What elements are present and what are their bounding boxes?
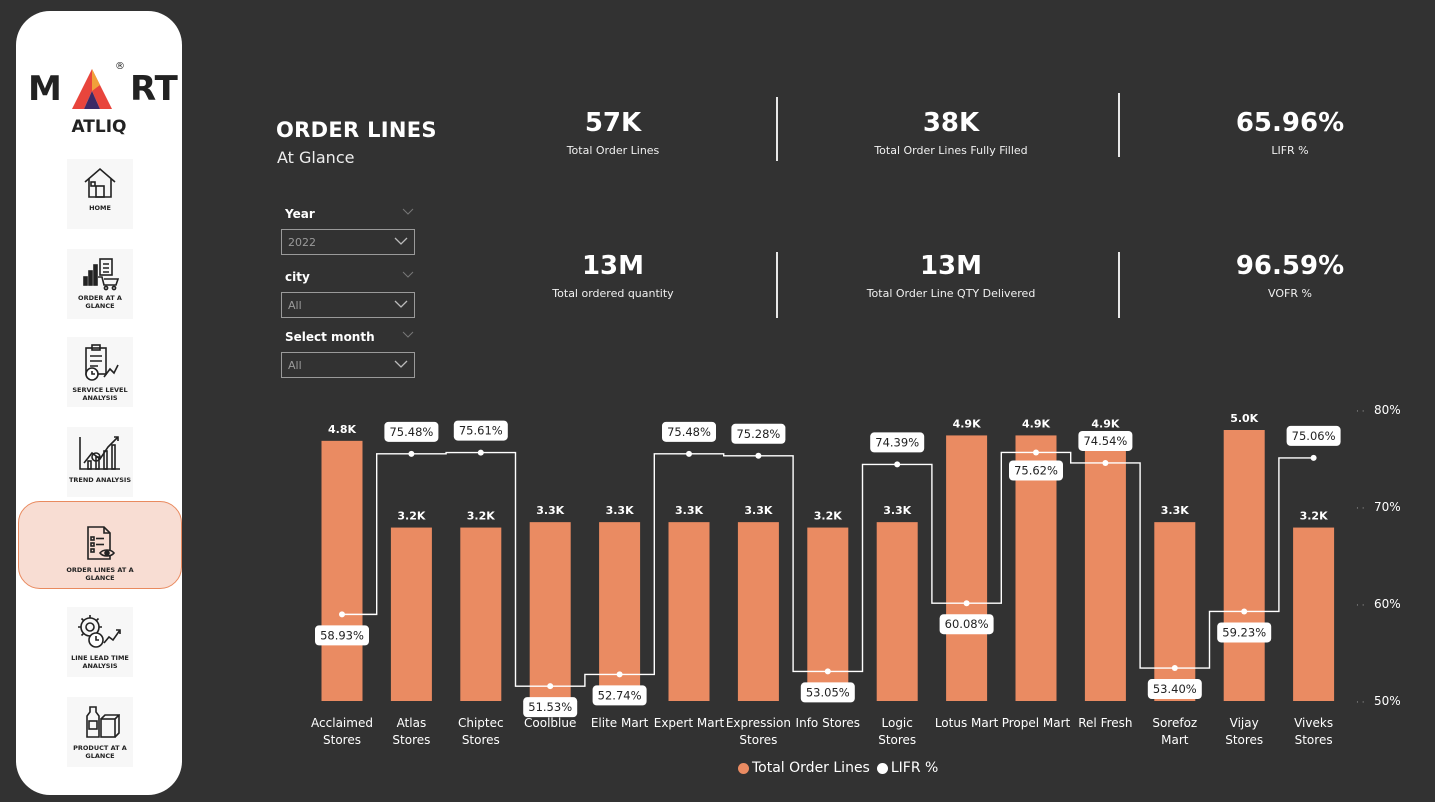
lifr-point — [1171, 665, 1178, 672]
x-tick-label: Rel Fresh — [1078, 716, 1132, 730]
bar — [529, 522, 571, 701]
bar — [668, 522, 710, 701]
bar-data-label: 3.3K — [883, 504, 911, 517]
x-tick-label: Info Stores — [796, 716, 861, 730]
lifr-point — [547, 683, 554, 690]
x-tick-label: Viveks Stores — [1294, 716, 1333, 747]
x-tick-label: Expression Stores — [726, 716, 791, 747]
lifr-point — [894, 461, 901, 468]
bar-data-label: 4.9K — [1022, 417, 1050, 430]
bar-data-label: 3.2K — [397, 510, 425, 523]
lifr-point — [477, 449, 484, 456]
chart-legend: Total Order Lines LIFR % — [738, 760, 938, 776]
lifr-data-label: 75.48% — [389, 425, 433, 439]
bar — [460, 527, 502, 701]
bar-data-label: 3.2K — [467, 510, 495, 523]
bar-data-label: 3.2K — [1300, 510, 1328, 523]
x-tick-label: Logic Stores — [878, 716, 916, 747]
lifr-point — [1310, 454, 1317, 461]
bar-data-label: 3.3K — [1161, 504, 1189, 517]
bar — [876, 522, 918, 701]
lifr-point — [963, 600, 970, 607]
bar-data-label: 3.3K — [744, 504, 772, 517]
bar — [1223, 430, 1265, 701]
lifr-data-label: 75.62% — [1014, 463, 1058, 477]
lifr-data-label: 60.08% — [945, 617, 989, 631]
bar-data-label: 4.8K — [328, 423, 356, 436]
lifr-data-label: 75.28% — [736, 427, 780, 441]
bar — [737, 522, 779, 701]
lifr-data-label: 75.48% — [667, 425, 711, 439]
bar — [1154, 522, 1196, 701]
lifr-point — [339, 611, 345, 618]
y2-tick-label: 70% — [1374, 500, 1401, 514]
y2-tick-marker: · · — [1356, 601, 1365, 611]
lifr-point — [1241, 608, 1248, 615]
bar-data-label: 3.3K — [675, 504, 703, 517]
lifr-point — [686, 450, 692, 457]
lifr-data-label: 74.54% — [1083, 434, 1127, 448]
lifr-point — [1033, 449, 1039, 456]
x-tick-label: Vijay Stores — [1225, 716, 1263, 747]
x-tick-label: Coolblue — [524, 716, 576, 730]
bar — [321, 440, 363, 701]
x-tick-label: Acclaimed Stores — [311, 716, 373, 747]
lifr-data-label: 74.39% — [875, 435, 919, 449]
bar-data-label: 5.0K — [1230, 412, 1258, 425]
bar — [1293, 527, 1335, 701]
lifr-data-label: 59.23% — [1222, 625, 1266, 639]
order-lines-lifr-chart: 4.8K Acclaimed Stores 3.2K Atlas Stores 3.2K Ch… — [311, 403, 1401, 747]
bar-data-label: 4.9K — [1091, 417, 1119, 430]
bar — [807, 527, 849, 701]
bar — [390, 527, 432, 701]
bar-data-label: 3.3K — [606, 504, 634, 517]
legend-swatch-line — [876, 762, 888, 774]
y2-tick-marker: · · — [1356, 698, 1365, 708]
x-tick-label: Atlas Stores — [392, 716, 430, 747]
y2-tick-label: 50% — [1374, 694, 1401, 708]
bar — [946, 435, 988, 701]
lifr-data-label: 52.74% — [598, 688, 642, 702]
y2-tick-marker: · · — [1356, 504, 1365, 514]
y2-tick-label: 60% — [1374, 597, 1401, 611]
lifr-point — [1102, 459, 1109, 466]
lifr-data-label: 75.06% — [1292, 429, 1336, 443]
bar-data-label: 3.2K — [814, 510, 842, 523]
x-tick-label: Elite Mart — [591, 716, 649, 730]
bar-data-label: 4.9K — [953, 417, 981, 430]
bar — [1084, 435, 1126, 701]
x-tick-label: Propel Mart — [1002, 716, 1071, 730]
lifr-data-label: 51.53% — [528, 700, 572, 714]
legend-swatch-bar — [738, 762, 749, 774]
lifr-data-label: 53.40% — [1153, 682, 1197, 696]
lifr-data-label: 53.05% — [806, 685, 850, 699]
y2-tick-label: 80% — [1374, 403, 1401, 417]
lifr-point — [616, 671, 623, 678]
bar-data-label: 3.3K — [536, 504, 564, 517]
lifr-data-label: 58.93% — [320, 628, 364, 642]
legend-label-line: LIFR % — [890, 760, 939, 776]
lifr-data-label: 75.61% — [459, 424, 503, 438]
x-tick-label: Lotus Mart — [935, 716, 999, 730]
legend-label-bar: Total Order Lines — [752, 760, 870, 776]
lifr-point — [755, 452, 762, 459]
lifr-point — [824, 668, 831, 675]
y2-tick-marker: · · — [1356, 407, 1365, 417]
x-tick-label: Expert Mart — [654, 716, 725, 730]
x-tick-label: Sorefoz Mart — [1152, 716, 1197, 747]
lifr-point — [408, 450, 415, 457]
x-tick-label: Chiptec Stores — [458, 716, 504, 747]
